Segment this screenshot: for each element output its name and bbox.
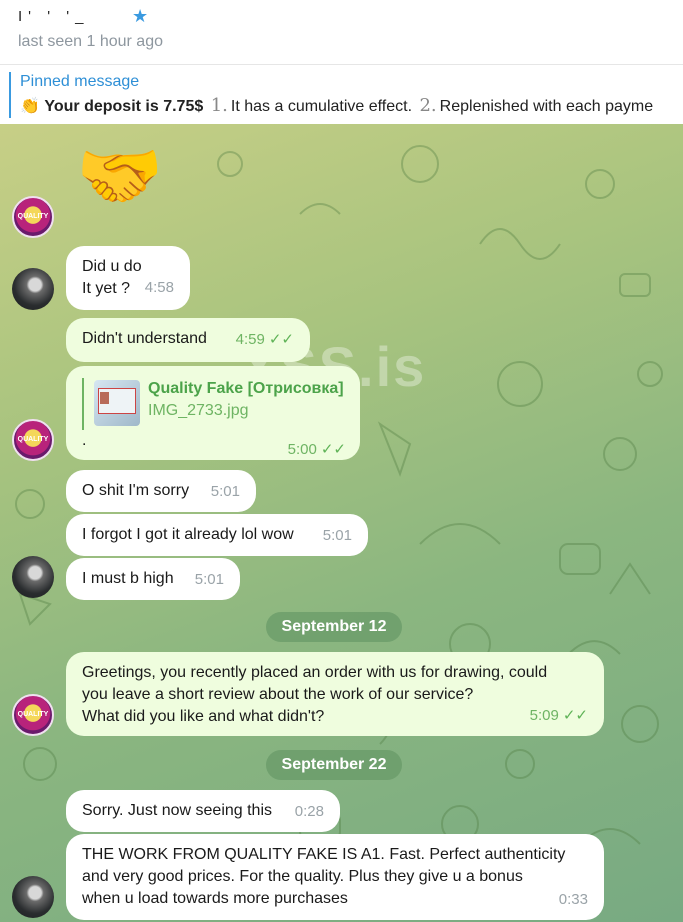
file-thumbnail[interactable] — [94, 380, 140, 426]
double-check-icon: ✓✓ — [268, 331, 294, 348]
pinned-deposit-text: Your deposit is 7.75$ — [44, 98, 204, 115]
double-check-icon: ✓✓ — [562, 707, 588, 724]
pinned-num-1: 1. — [210, 95, 228, 116]
avatar-user[interactable] — [12, 876, 54, 918]
message-caption: . — [82, 432, 87, 449]
message-text: What did you like and what didn't? — [82, 708, 325, 725]
avatar-user[interactable] — [12, 556, 54, 598]
message-text: I must b high — [82, 570, 174, 587]
message-time: 0:28 — [294, 803, 324, 820]
message-bubble[interactable]: I forgot I got it already lol wow 5:01 — [66, 514, 368, 556]
message-text: Didn't understand — [82, 330, 207, 347]
file-reply-bar — [82, 378, 84, 430]
message-time: 0:33 — [558, 891, 588, 908]
avatar-user[interactable] — [12, 268, 54, 310]
date-separator: September 22 — [266, 750, 402, 780]
handshake-emoji-icon: 🤝 — [76, 137, 164, 215]
message-bubble[interactable]: THE WORK FROM QUALITY FAKE IS A1. Fast. … — [66, 834, 604, 920]
message-time: 5:01 — [194, 571, 224, 588]
message-bubble-outgoing[interactable]: Greetings, you recently placed an order … — [66, 652, 604, 736]
pinned-text-1: It has a cumulative effect. — [230, 98, 413, 115]
chat-header[interactable]: I' ' '_ ★ last seen 1 hour ago — [0, 0, 683, 65]
pinned-text-2: Replenished with each payme — [439, 98, 654, 115]
avatar-quality[interactable]: QUALITY — [12, 419, 54, 461]
star-icon: ★ — [132, 6, 149, 26]
message-text: you leave a short review about the work … — [82, 686, 474, 703]
avatar-quality[interactable]: QUALITY — [12, 196, 54, 238]
message-time: 5:01 — [210, 483, 240, 500]
message-bubble[interactable]: O shit I'm sorry 5:01 — [66, 470, 256, 512]
message-time: 5:09 — [529, 707, 559, 724]
chat-area[interactable]: XSS.is 🤝 QUALITY QUALITY QUALITY Did u d… — [0, 124, 683, 922]
message-text: I forgot I got it already lol wow — [82, 526, 294, 543]
pinned-num-2: 2. — [419, 95, 437, 116]
message-text: when u load towards more purchases — [82, 890, 348, 907]
clap-emoji-icon: 👏 — [20, 98, 40, 115]
avatar-quality[interactable]: QUALITY — [12, 694, 54, 736]
message-bubble[interactable]: I must b high 5:01 — [66, 558, 240, 600]
message-time: 5:01 — [322, 527, 352, 544]
message-time: 4:58 — [144, 279, 174, 296]
date-separator: September 12 — [266, 612, 402, 642]
file-name: IMG_2733.jpg — [148, 402, 249, 419]
pinned-title: Pinned message — [20, 73, 140, 90]
file-title[interactable]: Quality Fake [Отрисовка] — [148, 378, 344, 400]
message-text: Greetings, you recently placed an order … — [82, 664, 548, 681]
message-bubble-file[interactable]: Quality Fake [Отрисовка] IMG_2733.jpg . … — [66, 366, 360, 460]
message-text: O shit I'm sorry — [82, 482, 190, 499]
message-text: Did u do — [82, 258, 142, 275]
message-time: 4:59 — [235, 331, 265, 348]
contact-name[interactable]: I' ' '_ — [18, 8, 89, 25]
pinned-indicator-bar — [9, 72, 11, 118]
double-check-icon: ✓✓ — [320, 441, 346, 458]
message-text: Sorry. Just now seeing this — [82, 802, 273, 819]
message-time: 5:00 — [287, 441, 317, 458]
last-seen-status: last seen 1 hour ago — [18, 33, 163, 50]
message-text: THE WORK FROM QUALITY FAKE IS A1. Fast. … — [82, 846, 566, 863]
message-bubble[interactable]: Did u do It yet ? 4:58 — [66, 246, 190, 310]
message-bubble-outgoing[interactable]: Didn't understand 4:59 ✓✓ — [66, 318, 310, 362]
message-text: and very good prices. For the quality. P… — [82, 868, 523, 885]
pinned-message[interactable]: Pinned message 👏 Your deposit is 7.75$ 1… — [0, 66, 683, 124]
message-text: It yet ? — [82, 280, 131, 297]
message-bubble[interactable]: Sorry. Just now seeing this 0:28 — [66, 790, 340, 832]
pinned-text: 👏 Your deposit is 7.75$ 1. It has a cumul… — [20, 95, 653, 116]
